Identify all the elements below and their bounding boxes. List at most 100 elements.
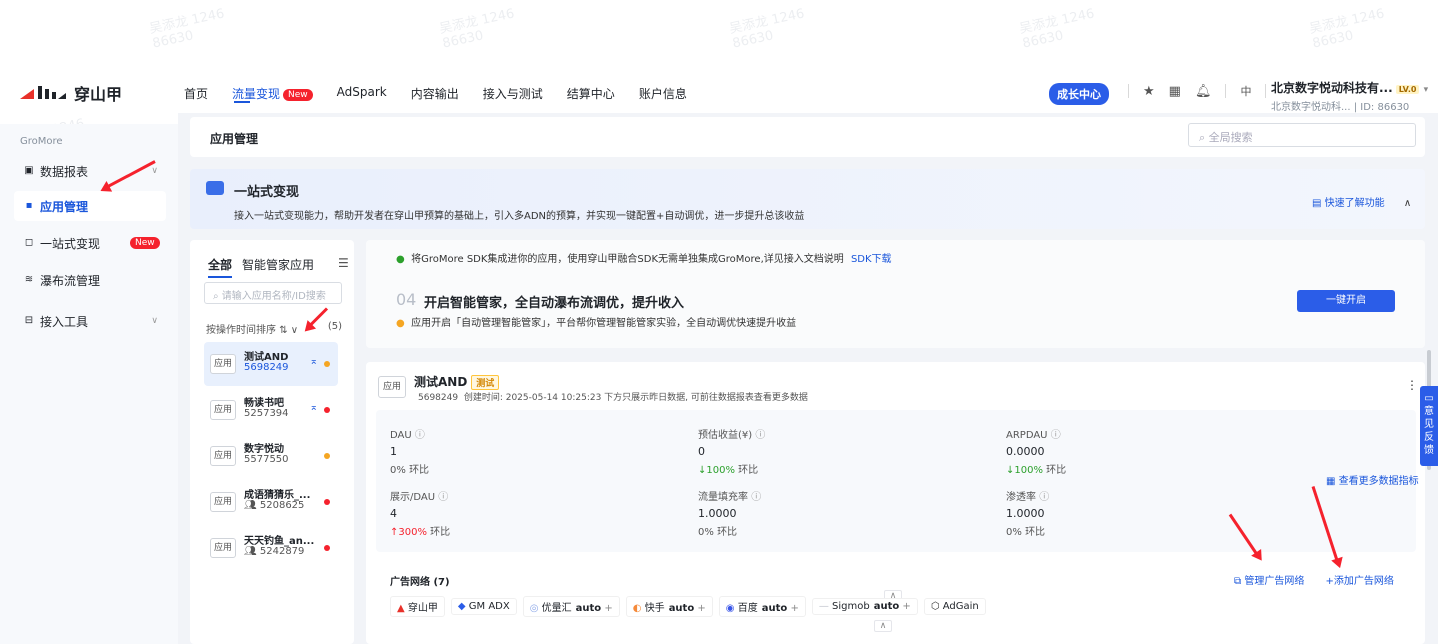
app-list-item[interactable]: 应用 数字悦动 5577550 bbox=[204, 434, 338, 478]
help-icon[interactable]: ⓘ bbox=[1039, 492, 1049, 503]
sidebar-item-integration-tools[interactable]: ⊟ 接入工具 ∨ bbox=[14, 306, 166, 336]
status-dot bbox=[324, 361, 330, 367]
add-network-link[interactable]: +添加广告网络 bbox=[1326, 576, 1394, 587]
quick-learn-link[interactable]: ▤ 快速了解功能 ∧ bbox=[1312, 194, 1411, 209]
tab-all[interactable]: 全部 bbox=[208, 256, 233, 278]
help-icon[interactable]: ⓘ bbox=[755, 430, 765, 441]
help-icon[interactable]: ⓘ bbox=[438, 492, 448, 503]
app-id: 👥︎ 5208625 bbox=[244, 500, 305, 511]
nav-settlement[interactable]: 结算中心 bbox=[555, 73, 627, 113]
app-id: 5257394 bbox=[244, 408, 289, 419]
nav-account[interactable]: 账户信息 bbox=[627, 73, 699, 113]
enable-button[interactable]: 一键开启 bbox=[1297, 290, 1395, 312]
nav-traffic-monetization[interactable]: 流量变现 New bbox=[220, 73, 325, 113]
adgain-icon: ⬡ bbox=[930, 601, 940, 612]
manage-network-link[interactable]: ⧉ 管理广告网络 bbox=[1234, 576, 1304, 587]
network-chip[interactable]: ◆ GM ADX bbox=[450, 598, 517, 615]
sdk-download-link[interactable]: SDK下载 bbox=[851, 254, 892, 265]
pin-top-icon[interactable]: ⌅ bbox=[310, 356, 318, 367]
top-icons: ★ ▦ 🔔︎ 中 bbox=[1128, 83, 1267, 99]
app-name: 天天钓鱼_an... bbox=[244, 536, 315, 547]
help-icon[interactable]: ⓘ bbox=[415, 430, 425, 441]
account-menu[interactable]: 北京数字悦动科技有... LV.0 ▾ 北京数字悦动科... | ID: 8663… bbox=[1271, 79, 1428, 113]
new-badge: New bbox=[283, 89, 313, 101]
metric-item: DAU ⓘ 1 0% 环比 bbox=[390, 426, 429, 476]
sigmob-icon: — bbox=[818, 601, 829, 612]
app-detail-card: 应用 测试AND 测试 5698249 创建时间: 2025-05-14 10:2… bbox=[366, 362, 1425, 644]
help-icon[interactable]: ⓘ bbox=[1051, 430, 1061, 441]
sidebar-item-waterfall[interactable]: ≋ 瀑布流管理 bbox=[14, 265, 166, 295]
feedback-button[interactable]: ▭ 意见反馈 bbox=[1420, 386, 1438, 466]
more-metrics-link[interactable]: ▦ 查看更多数据指标 bbox=[1326, 472, 1419, 487]
logo[interactable]: 穿山甲 bbox=[20, 81, 122, 105]
page-header: 应用管理 ⌕ 全局搜索 bbox=[190, 117, 1425, 157]
app-list-item[interactable]: 应用 天天钓鱼_an... 👥︎ 5242879 bbox=[204, 526, 338, 570]
app-name: 测试AND bbox=[244, 352, 289, 363]
app-list-item[interactable]: 应用 测试AND 5698249 ⌅ bbox=[204, 342, 338, 386]
star-icon[interactable]: ★ bbox=[1143, 84, 1155, 99]
setup-steps: ● 将GroMore SDK集成进你的应用，使用穿山甲融合SDK无需单独集成Gr… bbox=[366, 240, 1425, 348]
plus-icon[interactable]: + bbox=[697, 603, 705, 614]
tab-smart-butler[interactable]: 智能管家应用 bbox=[242, 256, 314, 278]
app-count: (5) bbox=[327, 321, 342, 332]
sort-selector[interactable]: 按操作时间排序 ⇅ ∨ (5) bbox=[206, 321, 342, 336]
step-title: 开启智能管家，全自动瀑布流调优，提升收入 bbox=[424, 296, 685, 311]
help-icon[interactable]: ⓘ bbox=[751, 492, 761, 503]
gm-adx-icon: ◆ bbox=[457, 601, 466, 612]
metric-change: ↓100% bbox=[1006, 465, 1043, 476]
chevron-down-icon: ∨ bbox=[151, 316, 158, 326]
app-list-item[interactable]: 应用 畅读书吧 5257394 ⌅ bbox=[204, 388, 338, 432]
app-name: 畅读书吧 bbox=[244, 398, 284, 409]
menu-icon[interactable]: ☰ bbox=[338, 256, 349, 278]
status-dot bbox=[324, 453, 330, 459]
nav-adspark[interactable]: AdSpark bbox=[325, 73, 399, 113]
search-icon: ⌕ bbox=[1199, 131, 1206, 144]
sidebar-item-data-report[interactable]: ▣ 数据报表 ∨ bbox=[14, 156, 166, 186]
banner-desc: 接入一站式变现能力，帮助开发者在穿山甲预算的基础上，引入多ADN的预算，并实现一… bbox=[234, 211, 805, 222]
bell-icon[interactable]: 🔔︎ bbox=[1195, 84, 1212, 99]
app-search-input[interactable]: ⌕ 请输入应用名称/ID搜索 bbox=[204, 282, 342, 304]
expand-icon[interactable]: ∧ bbox=[874, 620, 892, 632]
chevron-up-icon[interactable]: ∧ bbox=[1404, 198, 1411, 209]
metric-label: ARPDAU bbox=[1006, 430, 1048, 441]
watermark: 吴添龙 124686630 bbox=[438, 6, 516, 52]
metric-label: 渗透率 bbox=[1006, 492, 1036, 503]
chat-icon: ▭ bbox=[1424, 393, 1434, 404]
step-number: 04 bbox=[396, 290, 417, 309]
app-tag: 应用 bbox=[378, 376, 406, 398]
metric-change-label: 环比 bbox=[1025, 527, 1046, 538]
global-search-input[interactable]: ⌕ 全局搜索 bbox=[1188, 123, 1416, 147]
more-options-icon[interactable]: ⋮ bbox=[1406, 378, 1418, 392]
growth-center-button[interactable]: 成长中心 bbox=[1049, 83, 1109, 105]
network-chip[interactable]: ◐ 快手 auto + bbox=[625, 596, 713, 617]
language-toggle[interactable]: 中 bbox=[1240, 83, 1251, 99]
network-list: ▲ 穿山甲 ◆ GM ADX ◎ 优量汇 auto + ◐ 快手 auto + ◉ 百度 au… bbox=[390, 596, 986, 617]
grid-icon[interactable]: ▦ bbox=[1169, 84, 1181, 99]
warning-dot-icon: ● bbox=[396, 318, 405, 329]
network-chip[interactable]: — Sigmob auto + bbox=[811, 598, 918, 615]
plus-icon[interactable]: + bbox=[604, 603, 612, 614]
network-name: 穿山甲 bbox=[407, 603, 438, 614]
baidu-icon: ◉ bbox=[725, 603, 735, 614]
search-icon: ⌕ bbox=[213, 291, 219, 302]
network-chip[interactable]: ▲ 穿山甲 bbox=[390, 596, 445, 617]
sidebar-title: GroMore bbox=[20, 136, 63, 147]
network-chip[interactable]: ◎ 优量汇 auto + bbox=[522, 596, 620, 617]
plus-icon[interactable]: + bbox=[902, 601, 910, 612]
metric-change: ↑300% bbox=[390, 527, 427, 538]
network-chip[interactable]: ⬡ AdGain bbox=[923, 598, 986, 615]
sidebar-item-one-stop[interactable]: ◻ 一站式变现 New bbox=[14, 228, 166, 258]
app-list-item[interactable]: 应用 成语猜猜乐_... 👥︎ 5208625 bbox=[204, 480, 338, 524]
nav-home[interactable]: 首页 bbox=[184, 73, 220, 113]
sidebar-item-app-management[interactable]: ▪ 应用管理 bbox=[14, 191, 166, 221]
page-title: 应用管理 bbox=[210, 132, 259, 146]
pin-top-icon[interactable]: ⌅ bbox=[310, 402, 318, 413]
app-tabs: 全部 智能管家应用 ☰ bbox=[208, 256, 349, 278]
network-chip[interactable]: ◉ 百度 auto + bbox=[718, 596, 806, 617]
nav-integration-test[interactable]: 接入与测试 bbox=[471, 73, 555, 113]
nav-content-output[interactable]: 内容输出 bbox=[399, 73, 471, 113]
network-name: 快手 bbox=[644, 603, 665, 614]
plus-icon[interactable]: + bbox=[790, 603, 798, 614]
apps-icon: ▪ bbox=[25, 200, 33, 211]
app-id: 👥︎ 5242879 bbox=[244, 546, 305, 557]
